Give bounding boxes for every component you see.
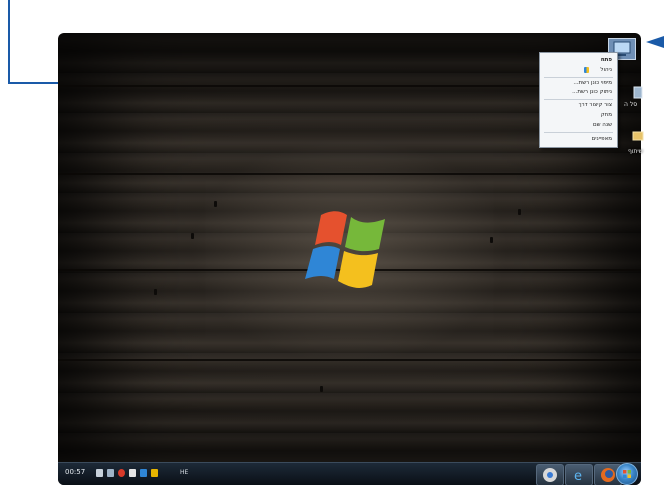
menu-separator — [544, 77, 613, 78]
plank-seam — [58, 359, 641, 361]
desktop-icon-label: שיתוף — [628, 148, 644, 155]
shield-tray-icon[interactable] — [151, 469, 158, 477]
nail — [490, 237, 493, 243]
windows-logo-icon — [305, 211, 385, 288]
desktop-icon-label: סל ה — [624, 101, 638, 108]
app-tray-icon[interactable] — [140, 469, 147, 477]
menu-separator — [544, 132, 613, 133]
flag-icon[interactable] — [129, 469, 136, 477]
antivirus-icon[interactable] — [118, 469, 125, 477]
recycle-bin-icon — [633, 86, 643, 99]
annotation-arrowhead-left-icon — [646, 36, 664, 48]
folder-icon — [632, 131, 644, 141]
desktop-icon-share[interactable] — [632, 126, 644, 141]
windows-start-icon — [623, 470, 631, 478]
nail — [214, 201, 217, 207]
taskbar-button-chrome[interactable] — [536, 464, 564, 485]
menu-item-manage[interactable]: ניהול — [600, 67, 612, 73]
menu-item-disconnect-network-drive[interactable]: ניתוק כונן רשת... — [572, 89, 612, 95]
network-icon[interactable] — [107, 469, 114, 477]
menu-item-create-shortcut[interactable]: צור קיצור דרך — [579, 102, 612, 108]
shield-icon — [584, 67, 589, 73]
plank-seam — [58, 173, 641, 175]
start-button[interactable] — [616, 463, 638, 485]
volume-icon[interactable] — [96, 469, 103, 477]
context-menu: פתח ניהול מיפוי כונן רשת... ניתוק כונן ר… — [539, 52, 618, 148]
taskbar: 00:57 HE e — [58, 462, 641, 485]
nail — [191, 233, 194, 239]
menu-item-delete[interactable]: מחק — [601, 112, 612, 118]
nail — [320, 386, 323, 392]
svg-text:e: e — [574, 469, 582, 484]
internet-explorer-icon: e — [574, 469, 582, 484]
annotation-arrow-vertical — [8, 0, 10, 84]
taskbar-clock[interactable]: 00:57 — [65, 468, 85, 476]
nail — [518, 209, 521, 215]
menu-item-open[interactable]: פתח — [601, 57, 612, 63]
language-indicator[interactable]: HE — [180, 469, 188, 476]
menu-item-map-network-drive[interactable]: מיפוי כונן רשת... — [573, 80, 612, 86]
taskbar-button-explorer[interactable]: e — [565, 464, 593, 485]
menu-item-rename[interactable]: שנה שם — [593, 122, 612, 128]
chrome-icon — [543, 468, 557, 482]
desktop-icon-recycle-bin[interactable] — [632, 84, 644, 99]
menu-separator — [544, 99, 613, 100]
nail — [154, 289, 157, 295]
menu-item-properties[interactable]: מאפיינים — [592, 136, 612, 142]
